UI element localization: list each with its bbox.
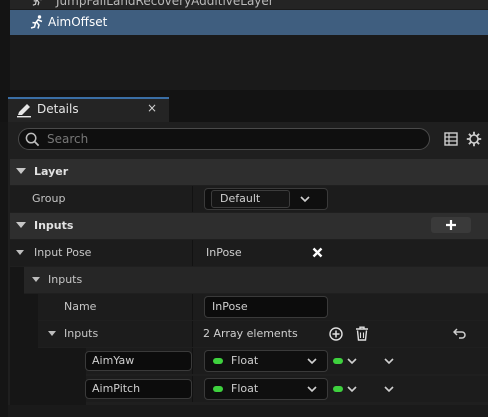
panel-footer xyxy=(8,405,488,417)
group-value: Default xyxy=(220,192,261,205)
chevron-down-icon xyxy=(16,168,26,174)
group-label: Group xyxy=(32,192,66,205)
chevron-down-icon[interactable] xyxy=(16,250,24,255)
running-person-icon xyxy=(32,0,42,6)
subcategory-inputs[interactable] xyxy=(24,267,488,293)
chevron-down-icon[interactable] xyxy=(48,331,56,336)
chevron-down-icon xyxy=(300,196,310,203)
input-pose-value: InPose xyxy=(206,246,242,259)
chevron-down-icon[interactable] xyxy=(347,358,357,365)
search-placeholder: Search xyxy=(47,132,89,146)
outliner-row-jumpfall[interactable]: JumpFallLandRecoveryAdditiveLayer xyxy=(10,0,488,9)
element-name: AimPitch xyxy=(92,382,141,395)
column-divider xyxy=(192,348,193,374)
close-icon[interactable]: × xyxy=(147,101,157,115)
trash-icon[interactable] xyxy=(355,326,369,341)
float-pin-icon xyxy=(213,386,223,392)
pencil-icon xyxy=(17,104,31,118)
plus-icon xyxy=(446,220,456,230)
column-divider xyxy=(192,321,193,347)
chevron-down-icon xyxy=(307,386,317,393)
chevron-down-icon[interactable] xyxy=(384,386,394,393)
container-pin-icon[interactable] xyxy=(333,358,343,364)
name-value: InPose xyxy=(212,300,248,313)
outliner-item-label: JumpFallLandRecoveryAdditiveLayer xyxy=(56,0,274,8)
subcategory-title: Inputs xyxy=(48,273,83,286)
search-icon xyxy=(25,132,40,147)
tab-label: Details xyxy=(37,102,79,116)
array-count-text: 2 Array elements xyxy=(203,327,298,340)
clear-icon[interactable] xyxy=(312,247,323,258)
outliner-item-label: AimOffset xyxy=(48,15,108,29)
outliner-gutter xyxy=(0,0,10,90)
chevron-down-icon[interactable] xyxy=(384,358,394,365)
column-divider xyxy=(192,294,193,320)
running-person-icon xyxy=(30,15,43,29)
category-title: Inputs xyxy=(34,219,74,232)
element-name: AimYaw xyxy=(92,354,135,367)
tab-details[interactable]: Details × xyxy=(8,97,169,122)
indent-guide xyxy=(24,294,38,407)
category-layer[interactable]: Layer xyxy=(10,159,488,185)
column-divider xyxy=(192,240,193,266)
name-label: Name xyxy=(64,300,97,313)
chevron-down-icon xyxy=(32,277,40,282)
float-pin-icon xyxy=(213,358,223,364)
inputs-array-label: Inputs xyxy=(64,327,99,340)
element-type: Float xyxy=(231,382,259,395)
category-inputs[interactable]: Inputs xyxy=(10,213,488,239)
indent-guide xyxy=(10,267,24,407)
add-element-icon[interactable] xyxy=(329,327,343,341)
column-divider xyxy=(192,376,193,402)
add-button[interactable] xyxy=(431,217,471,233)
reset-arrow-icon[interactable] xyxy=(453,328,466,339)
chevron-down-icon xyxy=(16,222,26,228)
category-title: Layer xyxy=(34,165,69,178)
indent-guide xyxy=(38,348,86,407)
table-view-icon[interactable] xyxy=(444,132,458,146)
gear-icon[interactable] xyxy=(466,131,482,147)
chevron-down-icon xyxy=(307,358,317,365)
container-pin-icon[interactable] xyxy=(333,386,343,392)
chevron-down-icon[interactable] xyxy=(347,386,357,393)
search-field[interactable]: Search xyxy=(18,128,430,150)
element-type: Float xyxy=(231,354,259,367)
input-pose-label: Input Pose xyxy=(34,246,92,259)
outliner-row-aimoffset[interactable]: AimOffset xyxy=(10,10,488,35)
column-divider xyxy=(192,186,193,212)
